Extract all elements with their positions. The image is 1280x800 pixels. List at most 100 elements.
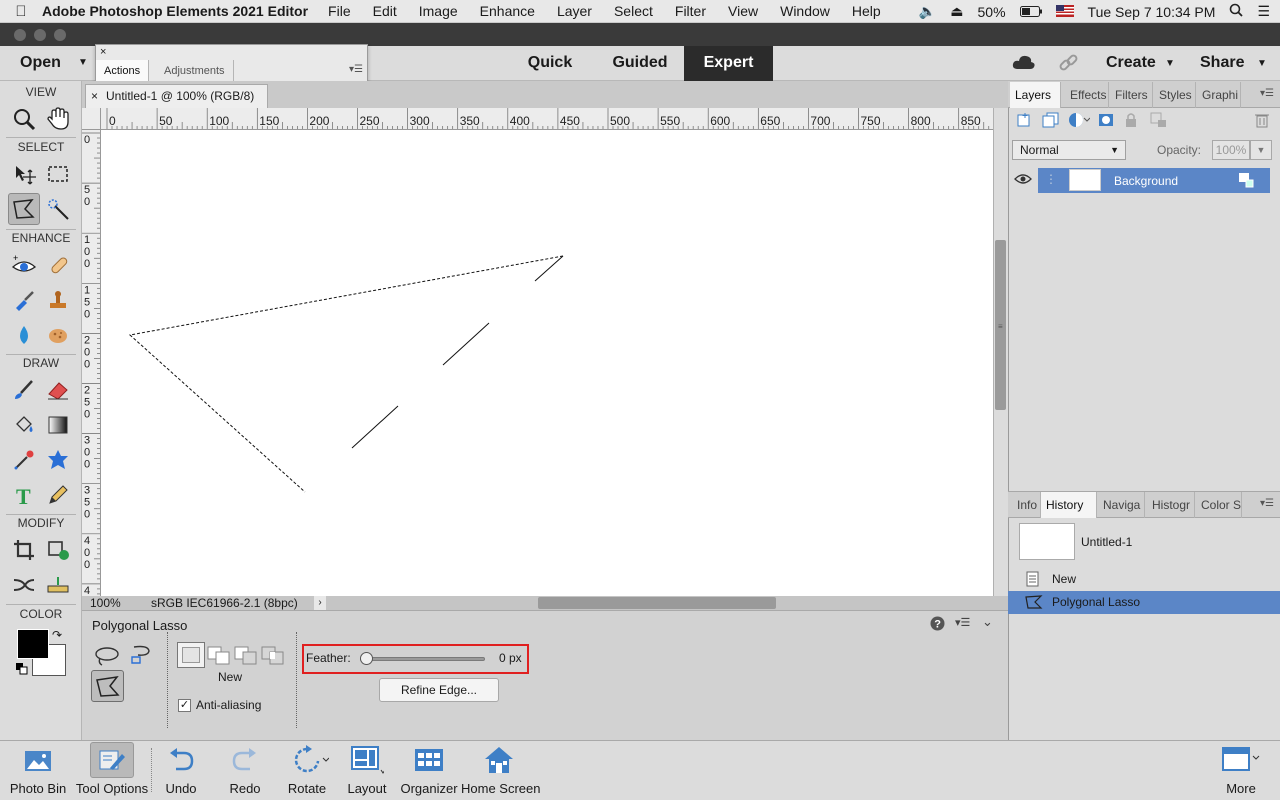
window-zoom-button[interactable] [54, 29, 66, 41]
cloud-icon[interactable] [1012, 53, 1036, 74]
move-tool-icon[interactable] [8, 158, 40, 190]
type-tool-icon[interactable]: T [8, 479, 40, 511]
polygonal-lasso-tool-icon[interactable] [8, 193, 40, 225]
menu-layer[interactable]: Layer [557, 3, 592, 19]
tab-history[interactable]: History [1041, 492, 1097, 518]
document-tab[interactable]: × Untitled-1 @ 100% (RGB/8) [85, 84, 268, 108]
menu-view[interactable]: View [728, 3, 758, 19]
gradient-tool-icon[interactable] [42, 409, 74, 441]
menu-filter[interactable]: Filter [675, 3, 706, 19]
tab-color-swatches[interactable]: Color S [1196, 492, 1242, 518]
history-snapshot-row[interactable]: Untitled-1 [1008, 518, 1280, 566]
eraser-tool-icon[interactable] [42, 374, 74, 406]
redo-button[interactable]: Redo [222, 740, 268, 800]
lock-transparent-icon[interactable] [1150, 112, 1168, 131]
adjustment-layer-icon[interactable] [1068, 112, 1091, 131]
app-name-menu[interactable]: Adobe Photoshop Elements 2021 Editor [42, 3, 308, 19]
tab-layers[interactable]: Layers [1010, 82, 1061, 108]
pencil-tool-icon[interactable] [42, 479, 74, 511]
tab-info[interactable]: Info [1012, 492, 1041, 518]
tab-histogram[interactable]: Histogr [1147, 492, 1195, 518]
menu-help[interactable]: Help [852, 3, 881, 19]
tab-filters[interactable]: Filters [1110, 82, 1153, 108]
feather-value[interactable]: 0 px [499, 651, 522, 665]
eyedropper-tool-icon[interactable] [8, 444, 40, 476]
link-icon[interactable] [1058, 53, 1080, 76]
hand-tool-icon[interactable] [42, 103, 74, 135]
document-canvas[interactable] [101, 130, 993, 596]
create-button[interactable]: Create [1106, 46, 1156, 80]
tool-options-button[interactable]: Tool Options [74, 740, 150, 800]
menu-image[interactable]: Image [419, 3, 458, 19]
paint-bucket-tool-icon[interactable] [8, 409, 40, 441]
eject-icon[interactable]: ⏏ [950, 3, 963, 20]
default-colors-icon[interactable] [16, 663, 28, 678]
share-dropdown-icon[interactable]: ▼ [1257, 58, 1267, 69]
mode-quick-tab[interactable]: Quick [510, 46, 590, 81]
share-button[interactable]: Share [1200, 46, 1244, 80]
layout-button[interactable]: Layout [344, 740, 390, 800]
menu-file[interactable]: File [328, 3, 351, 19]
new-layer-icon[interactable] [1016, 112, 1032, 131]
zoom-tool-icon[interactable] [8, 103, 40, 135]
options-menu-icon[interactable]: ▾☰ [955, 616, 970, 629]
anti-aliasing-checkbox[interactable]: ✓ [178, 699, 191, 712]
magnetic-lasso-option-icon[interactable] [128, 643, 154, 670]
close-document-icon[interactable]: × [91, 85, 98, 107]
undo-button[interactable]: Undo [158, 740, 204, 800]
mode-expert-tab[interactable]: Expert [684, 46, 773, 81]
new-selection-mode-icon[interactable] [177, 642, 205, 668]
close-icon[interactable]: × [100, 46, 106, 58]
red-eye-tool-icon[interactable]: + [8, 249, 40, 281]
history-state-polygonal-lasso[interactable]: Polygonal Lasso [1008, 591, 1280, 614]
blur-tool-icon[interactable] [8, 319, 40, 351]
us-flag-icon[interactable] [1055, 4, 1074, 20]
swap-colors-icon[interactable]: ↷ [52, 628, 62, 642]
open-dropdown-icon[interactable]: ▼ [78, 46, 88, 80]
quick-selection-tool-icon[interactable] [42, 193, 74, 225]
collapse-chevron-icon[interactable]: ⌄ [982, 614, 993, 630]
color-profile-info[interactable]: sRGB IEC61966-2.1 (8bpc) [151, 596, 298, 610]
organizer-button[interactable]: Organizer [400, 740, 458, 800]
smart-brush-tool-icon[interactable] [8, 284, 40, 316]
brush-tool-icon[interactable] [8, 374, 40, 406]
horizontal-scroll-thumb[interactable] [538, 597, 776, 609]
control-center-icon[interactable]: ☰ [1257, 3, 1270, 20]
panel-menu-icon[interactable]: ▾☰ [349, 64, 363, 75]
rotate-button[interactable]: Rotate [282, 740, 332, 800]
menu-select[interactable]: Select [614, 3, 653, 19]
crop-tool-icon[interactable] [8, 534, 40, 566]
opacity-field[interactable]: 100% [1212, 140, 1250, 160]
straighten-tool-icon[interactable] [42, 569, 74, 601]
layer-link-icon[interactable]: ⋮ [1045, 172, 1057, 186]
zoom-level-field[interactable]: 100% [90, 596, 146, 610]
layer-row[interactable]: ⋮ Background [1038, 168, 1270, 193]
history-panel-menu-icon[interactable]: ▾☰ [1260, 498, 1274, 509]
recompose-tool-icon[interactable] [42, 534, 74, 566]
menu-clock[interactable]: Tue Sep 7 10:34 PM [1088, 4, 1216, 20]
content-aware-move-tool-icon[interactable] [8, 569, 40, 601]
add-selection-mode-icon[interactable] [207, 646, 231, 669]
clone-stamp-tool-icon[interactable] [42, 284, 74, 316]
create-dropdown-icon[interactable]: ▼ [1165, 58, 1175, 69]
photo-bin-button[interactable]: Photo Bin [6, 740, 70, 800]
feather-slider-knob[interactable] [360, 652, 373, 665]
blend-mode-select[interactable]: Normal ▼ [1012, 140, 1126, 160]
intersect-selection-mode-icon[interactable] [261, 646, 285, 669]
apple-menu-icon[interactable]:  [0, 3, 42, 20]
layer-visibility-eye-icon[interactable] [1014, 172, 1032, 189]
mode-guided-tab[interactable]: Guided [600, 46, 680, 81]
tab-effects[interactable]: Effects [1065, 82, 1109, 108]
new-group-icon[interactable] [1042, 112, 1060, 131]
battery-icon[interactable] [1019, 4, 1042, 20]
polygonal-lasso-option-icon[interactable] [91, 670, 124, 702]
window-minimize-button[interactable] [34, 29, 46, 41]
open-button[interactable]: Open [20, 46, 61, 80]
spotlight-search-icon[interactable] [1229, 3, 1244, 20]
layer-mask-icon[interactable] [1098, 112, 1114, 131]
feather-slider-track[interactable] [360, 657, 485, 661]
menu-enhance[interactable]: Enhance [480, 3, 535, 19]
foreground-color-swatch[interactable] [17, 629, 49, 659]
lock-all-icon[interactable] [1124, 112, 1138, 131]
marquee-tool-icon[interactable] [42, 158, 74, 190]
